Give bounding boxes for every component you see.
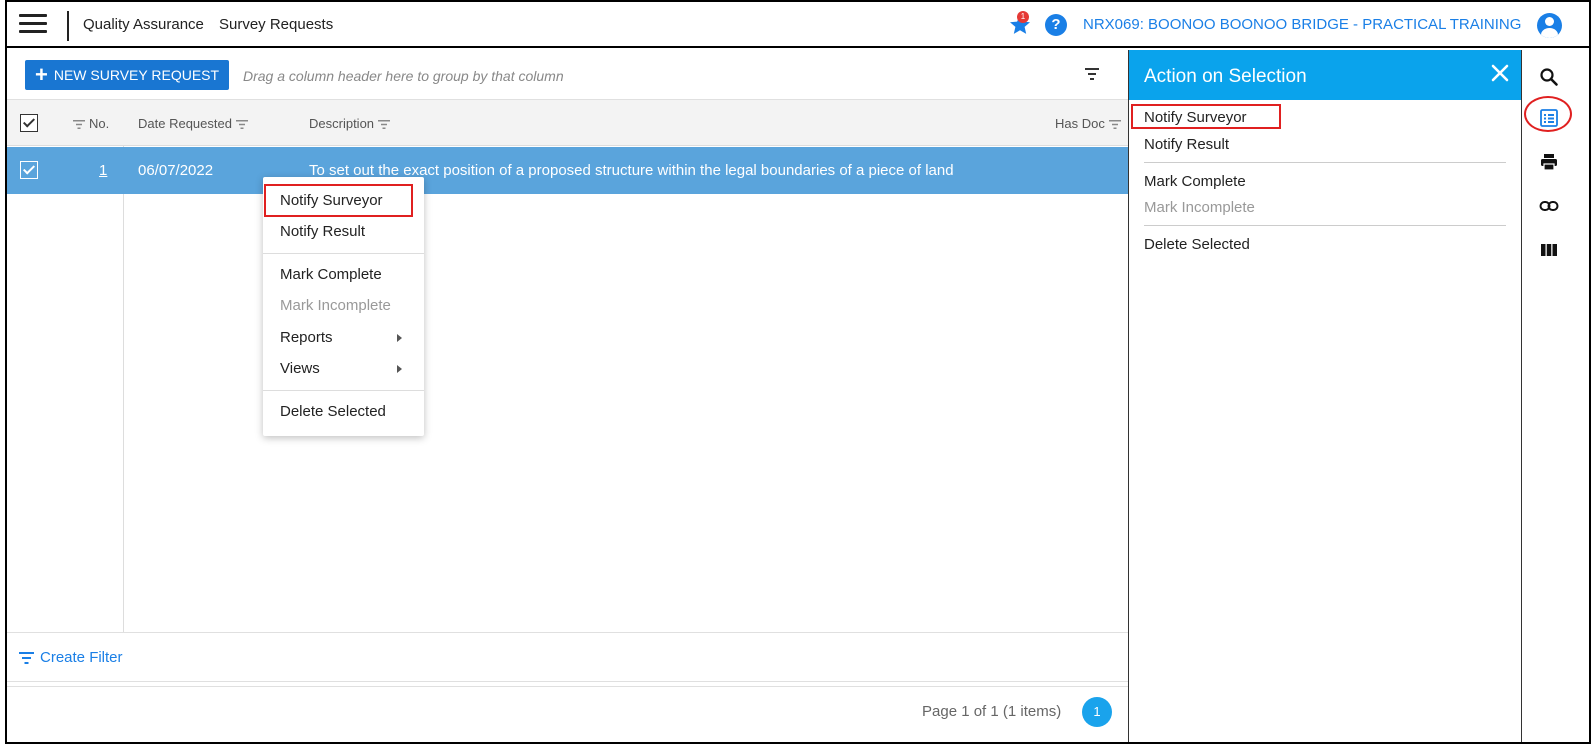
new-survey-request-button[interactable]: + NEW SURVEY REQUEST [25,60,230,90]
app-window: Quality Assurance Survey Requests 1 ? NR… [5,0,1591,744]
select-all-checkbox[interactable] [20,114,38,132]
ctx-views[interactable]: Views [263,355,424,383]
column-header-has-doc-label: Has Doc [1055,116,1105,131]
row-date-requested: 06/07/2022 [138,162,214,179]
project-title[interactable]: NRX069: BOONOO BOONOO BRIDGE - PRACTICAL… [1083,16,1521,33]
ctx-reports[interactable]: Reports [263,324,424,352]
create-filter-label: Create Filter [40,649,123,666]
grid-filter-bar: Create Filter [7,632,1128,682]
help-icon[interactable]: ? [1045,14,1067,36]
panel-separator [1144,162,1506,163]
group-by-hint: Drag a column header here to group by th… [243,68,564,84]
column-header-date-requested[interactable]: Date Requested [138,116,248,131]
ctx-views-label: Views [280,360,320,377]
column-divider [123,146,124,632]
close-icon[interactable] [1490,63,1510,83]
page-info: Page 1 of 1 (1 items) [922,703,1062,720]
create-filter-button[interactable]: Create Filter [19,649,123,666]
highlight-box [264,184,413,217]
panel-delete-selected[interactable]: Delete Selected [1144,236,1250,253]
divider [67,11,69,41]
page-1-button[interactable]: 1 [1082,697,1112,727]
row-checkbox[interactable] [20,161,38,179]
pager: Page 1 of 1 (1 items) 1 [7,686,1128,736]
panel-mark-complete[interactable]: Mark Complete [1144,173,1246,190]
column-header-has-doc[interactable]: Has Doc [1055,116,1121,131]
highlight-box [1131,104,1281,129]
link-icon[interactable] [1539,196,1559,216]
submenu-arrow-icon [397,334,402,342]
breadcrumb-quality-assurance[interactable]: Quality Assurance [83,16,204,33]
row-number-link[interactable]: 1 [99,162,107,179]
panel-mark-incomplete: Mark Incomplete [1144,199,1255,216]
right-rail [1521,50,1589,742]
menu-separator [263,390,424,391]
search-icon[interactable] [1539,67,1559,87]
ctx-delete-selected[interactable]: Delete Selected [263,398,424,426]
column-header-date-label: Date Requested [138,116,232,131]
column-header-description-label: Description [309,116,375,131]
ctx-reports-label: Reports [280,329,333,346]
action-panel-title: Action on Selection [1144,66,1307,87]
action-panel: Action on Selection Notify Surveyor Noti… [1128,50,1521,742]
column-filter-icon[interactable] [378,120,391,130]
ctx-notify-result[interactable]: Notify Result [263,218,424,246]
survey-requests-grid: + NEW SURVEY REQUEST Drag a column heade… [7,50,1128,742]
notification-badge: 1 [1017,11,1029,23]
column-header-description[interactable]: Description [309,116,391,131]
menu-icon[interactable] [19,14,47,34]
breadcrumb-survey-requests[interactable]: Survey Requests [219,16,333,33]
columns-icon[interactable] [1539,240,1559,260]
top-bar: Quality Assurance Survey Requests 1 ? NR… [7,2,1589,48]
grid-toolbar: + NEW SURVEY REQUEST Drag a column heade… [7,50,1128,100]
new-survey-request-label: NEW SURVEY REQUEST [53,67,220,83]
filter-icon[interactable] [1085,68,1099,80]
ctx-mark-incomplete: Mark Incomplete [280,297,391,314]
user-avatar-icon[interactable] [1537,13,1562,38]
submenu-arrow-icon [397,365,402,373]
column-header-no-label: No. [89,116,110,131]
column-filter-icon[interactable] [1108,120,1121,130]
plus-icon: + [35,62,48,87]
panel-notify-result[interactable]: Notify Result [1144,136,1229,153]
column-filter-icon[interactable] [235,120,248,130]
menu-separator [263,253,424,254]
list-icon[interactable] [1539,108,1559,128]
action-panel-header: Action on Selection [1129,50,1521,100]
panel-separator [1144,225,1506,226]
ctx-mark-complete[interactable]: Mark Complete [263,261,424,289]
filter-icon [19,651,34,664]
column-header-no[interactable]: No. [73,116,109,131]
column-filter-icon[interactable] [73,120,85,130]
table-row[interactable]: 1 06/07/2022 To set out the exact positi… [7,147,1128,194]
print-icon[interactable] [1539,152,1559,172]
grid-header-row: No. Date Requested Description Has Doc [7,100,1128,146]
